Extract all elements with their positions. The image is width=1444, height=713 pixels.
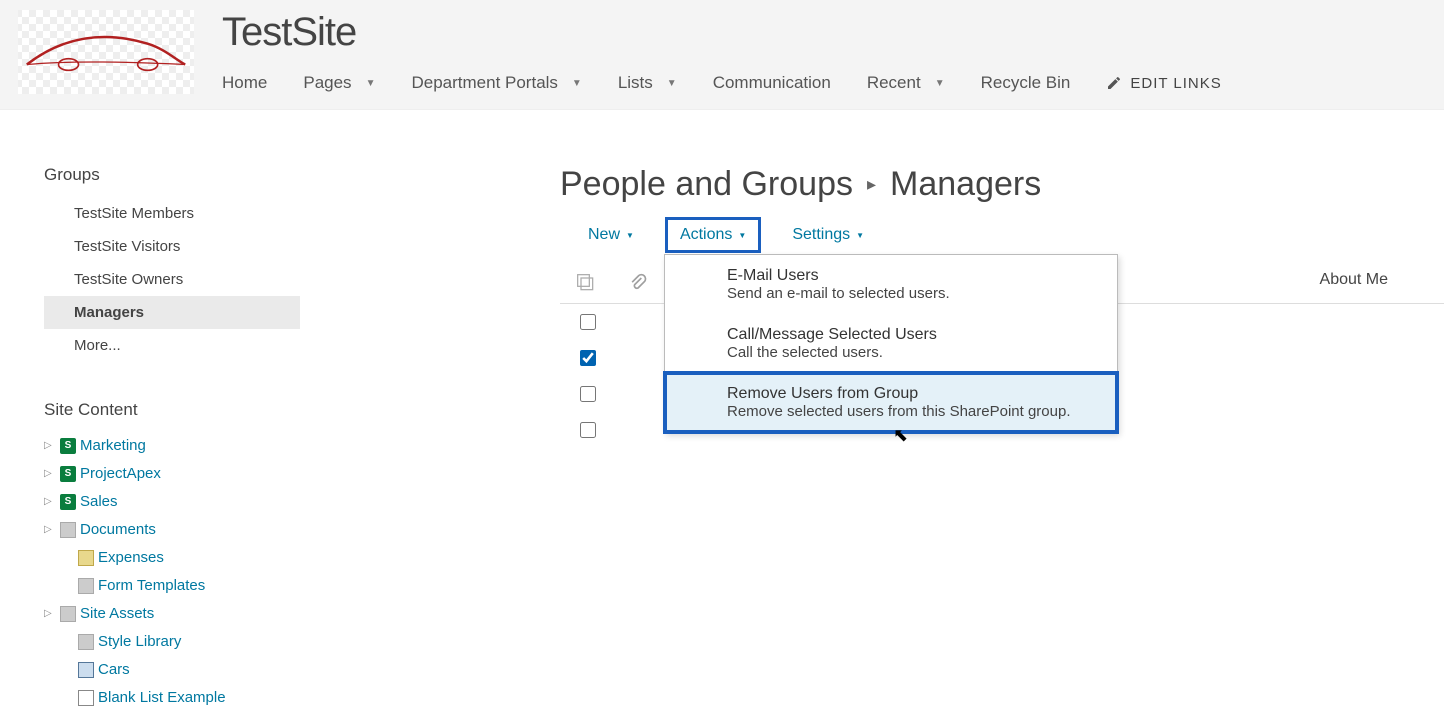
dropdown-caret-icon: ▼ xyxy=(738,231,746,240)
row-checkbox[interactable] xyxy=(580,314,596,330)
groups-list: TestSite Members TestSite Visitors TestS… xyxy=(44,197,300,362)
document-library-icon xyxy=(60,606,76,622)
nav-communication[interactable]: Communication xyxy=(713,73,831,93)
dropdown-caret-icon: ▼ xyxy=(626,231,634,240)
tree-item-blank-list[interactable]: Blank List Example xyxy=(44,684,300,712)
chevron-down-icon: ▼ xyxy=(667,78,677,89)
expand-icon[interactable]: ▷ xyxy=(44,490,56,514)
toolbar: New▼ Actions▼ Settings▼ E-Mail Users Sen… xyxy=(560,204,1444,262)
tree-item-expenses[interactable]: Expenses xyxy=(44,544,300,572)
breadcrumb-parent[interactable]: People and Groups xyxy=(560,165,853,204)
chevron-down-icon: ▼ xyxy=(366,78,376,89)
main: People and Groups ▸ Managers About Me Ne… xyxy=(300,165,1444,712)
nav-recycle-bin[interactable]: Recycle Bin xyxy=(981,73,1071,93)
top-nav: Home Pages▼ Department Portals▼ Lists▼ C… xyxy=(222,67,1426,93)
chevron-down-icon: ▼ xyxy=(935,78,945,89)
breadcrumb-separator-icon: ▸ xyxy=(867,174,876,195)
tree-item-projectapex[interactable]: ▷SProjectApex xyxy=(44,460,300,488)
actions-button[interactable]: Actions▼ xyxy=(670,222,756,248)
sharepoint-site-icon: S xyxy=(60,438,76,454)
dropdown-caret-icon: ▼ xyxy=(856,231,864,240)
site-content-heading: Site Content xyxy=(44,400,300,420)
tree-item-sales[interactable]: ▷SSales xyxy=(44,488,300,516)
row-checkbox[interactable] xyxy=(580,350,596,366)
tree-item-documents[interactable]: ▷Documents xyxy=(44,516,300,544)
tree-item-site-assets[interactable]: ▷Site Assets xyxy=(44,600,300,628)
breadcrumb-current: Managers xyxy=(890,165,1041,204)
site-content-tree: ▷SMarketing ▷SProjectApex ▷SSales ▷Docum… xyxy=(44,432,300,712)
new-button[interactable]: New▼ xyxy=(578,222,644,248)
chevron-down-icon: ▼ xyxy=(572,78,582,89)
tree-item-cars[interactable]: Cars xyxy=(44,656,300,684)
folder-icon xyxy=(78,550,94,566)
nav-pages[interactable]: Pages▼ xyxy=(303,73,375,93)
site-logo[interactable] xyxy=(18,10,194,94)
document-library-icon xyxy=(78,578,94,594)
groups-heading: Groups xyxy=(44,165,300,185)
sidebar: Groups TestSite Members TestSite Visitor… xyxy=(0,165,300,712)
attachment-icon[interactable] xyxy=(628,273,648,293)
sharepoint-site-icon: S xyxy=(60,466,76,482)
nav-department-portals[interactable]: Department Portals▼ xyxy=(411,73,581,93)
tree-item-form-templates[interactable]: Form Templates xyxy=(44,572,300,600)
car-logo-icon xyxy=(21,27,191,77)
sidebar-group-visitors[interactable]: TestSite Visitors xyxy=(44,230,300,263)
dropdown-remove-users[interactable]: Remove Users from Group Remove selected … xyxy=(665,373,1117,432)
sidebar-group-managers[interactable]: Managers xyxy=(44,296,300,329)
edit-links-button[interactable]: EDIT LINKS xyxy=(1106,75,1221,92)
header: TestSite Home Pages▼ Department Portals▼… xyxy=(0,0,1444,110)
row-checkbox[interactable] xyxy=(580,422,596,438)
tree-item-marketing[interactable]: ▷SMarketing xyxy=(44,432,300,460)
sidebar-group-members[interactable]: TestSite Members xyxy=(44,197,300,230)
site-title[interactable]: TestSite xyxy=(222,10,1426,55)
expand-icon[interactable]: ▷ xyxy=(44,602,56,626)
actions-dropdown: E-Mail Users Send an e-mail to selected … xyxy=(664,254,1118,433)
expand-icon[interactable]: ▷ xyxy=(44,434,56,458)
sidebar-group-more[interactable]: More... xyxy=(44,329,300,362)
dropdown-email-users[interactable]: E-Mail Users Send an e-mail to selected … xyxy=(665,255,1117,314)
list-icon xyxy=(78,690,94,706)
content: Groups TestSite Members TestSite Visitor… xyxy=(0,110,1444,712)
row-checkbox[interactable] xyxy=(580,386,596,402)
sidebar-group-owners[interactable]: TestSite Owners xyxy=(44,263,300,296)
nav-recent[interactable]: Recent▼ xyxy=(867,73,945,93)
sharepoint-site-icon: S xyxy=(60,494,76,510)
nav-home[interactable]: Home xyxy=(222,73,267,93)
dropdown-call-users[interactable]: Call/Message Selected Users Call the sel… xyxy=(665,314,1117,373)
settings-button[interactable]: Settings▼ xyxy=(782,222,874,248)
tree-item-style-library[interactable]: Style Library xyxy=(44,628,300,656)
nav-lists[interactable]: Lists▼ xyxy=(618,73,677,93)
expand-icon[interactable]: ▷ xyxy=(44,462,56,486)
select-all-icon[interactable] xyxy=(576,273,596,293)
page-title: People and Groups ▸ Managers xyxy=(560,165,1444,204)
pencil-icon xyxy=(1106,75,1122,91)
document-library-icon xyxy=(60,522,76,538)
header-right: TestSite Home Pages▼ Department Portals▼… xyxy=(222,10,1426,93)
expand-icon[interactable]: ▷ xyxy=(44,518,56,542)
picture-library-icon xyxy=(78,662,94,678)
document-library-icon xyxy=(78,634,94,650)
